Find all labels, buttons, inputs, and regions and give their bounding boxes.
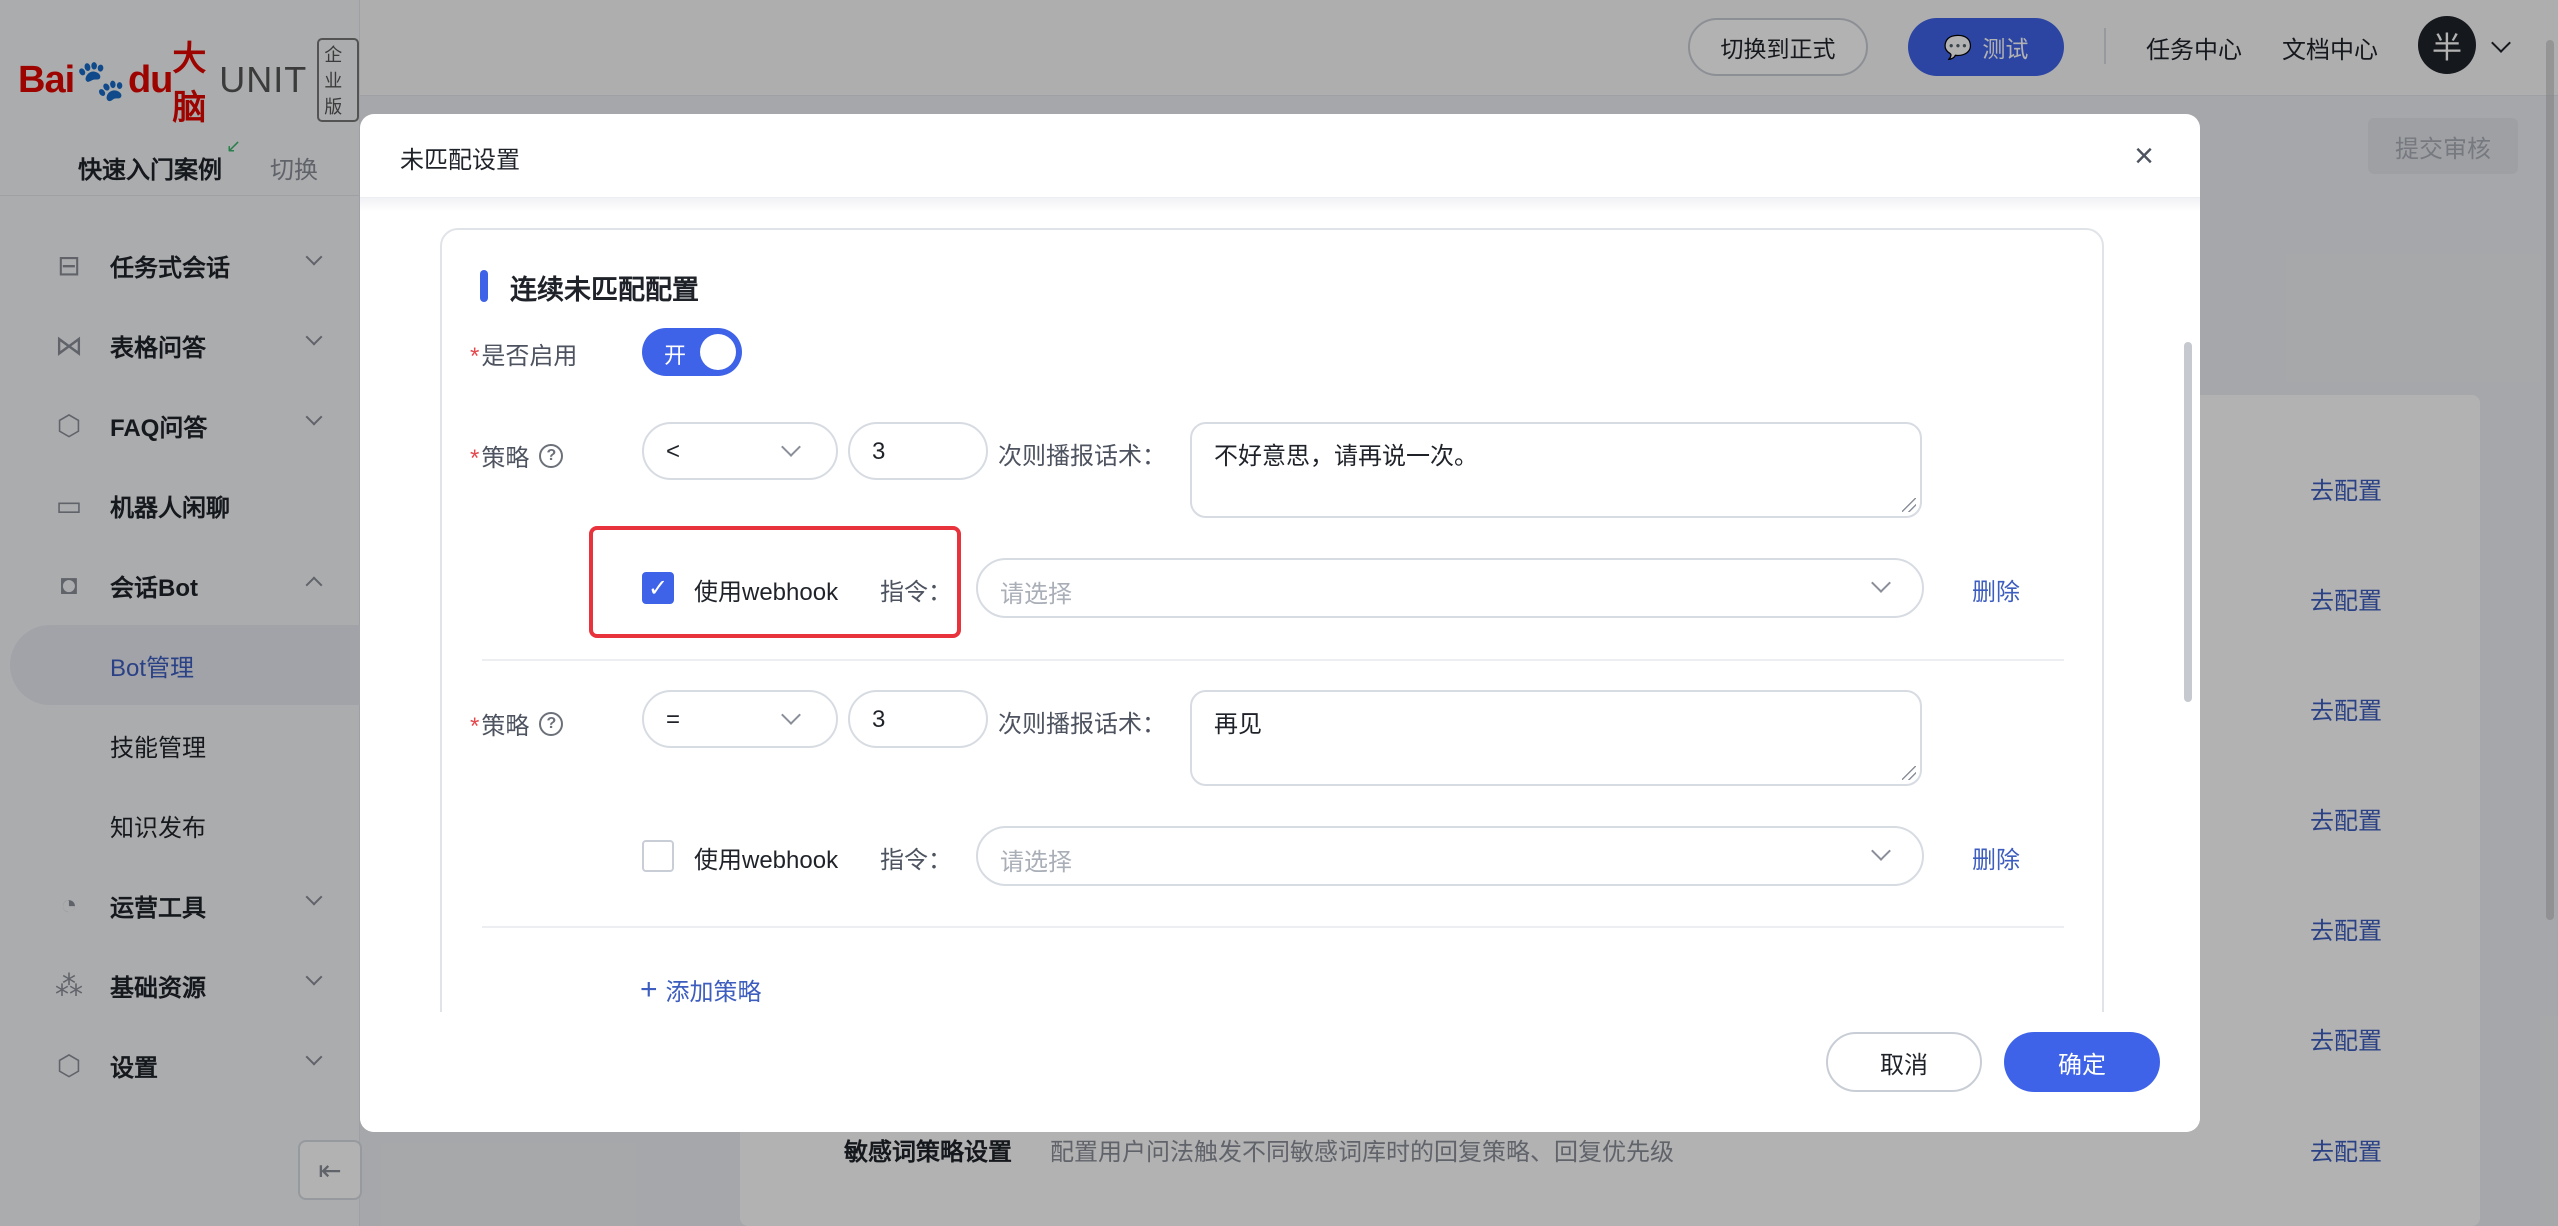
chevron-down-icon xyxy=(781,437,801,457)
enable-label: *是否启用 xyxy=(470,343,578,370)
command-placeholder: 请选择 xyxy=(1000,581,1072,608)
plus-icon: + xyxy=(640,972,658,1006)
help-icon[interactable]: ? xyxy=(539,443,564,468)
count-value: 3 xyxy=(872,706,886,733)
reply-textarea[interactable]: 再见 xyxy=(1190,690,1922,786)
count-value: 3 xyxy=(872,438,886,465)
strategy-label-text: 策略 xyxy=(481,445,530,472)
command-placeholder: 请选择 xyxy=(1000,849,1072,876)
chevron-down-icon xyxy=(1871,573,1891,593)
toggle-knob xyxy=(700,334,736,370)
strategy-divider xyxy=(482,659,2064,661)
reply-textarea[interactable]: 不好意思，请再说一次。 xyxy=(1190,422,1922,518)
enable-label-text: 是否启用 xyxy=(481,343,578,370)
strategy-divider xyxy=(482,926,2064,928)
reply-value: 再见 xyxy=(1214,711,1262,738)
section-marker xyxy=(480,270,488,302)
resize-handle-icon[interactable] xyxy=(1902,766,1916,780)
operator-value: < xyxy=(666,438,681,465)
command-select[interactable]: 请选择 xyxy=(976,826,1924,886)
count-input[interactable]: 3 xyxy=(848,690,988,748)
strategy-label: *策略 ? xyxy=(470,706,564,741)
delete-strategy-link[interactable]: 删除 xyxy=(1972,572,2020,607)
count-input[interactable]: 3 xyxy=(848,422,988,480)
operator-value: = xyxy=(666,706,681,733)
resize-handle-icon[interactable] xyxy=(1902,498,1916,512)
command-label: 指令： xyxy=(880,847,952,874)
add-strategy-link[interactable]: + 添加策略 xyxy=(640,972,762,1007)
delete-strategy-link[interactable]: 删除 xyxy=(1972,840,2020,875)
command-select[interactable]: 请选择 xyxy=(976,558,1924,618)
add-strategy-label: 添加策略 xyxy=(665,979,762,1006)
cancel-button[interactable]: 取消 xyxy=(1826,1032,1982,1092)
use-webhook-checkbox[interactable] xyxy=(642,840,674,872)
header-shadow xyxy=(360,198,2200,212)
dialog-title: 未匹配设置 xyxy=(400,147,520,174)
chevron-down-icon xyxy=(1871,841,1891,861)
reply-label: 次则播报话术： xyxy=(998,443,1166,470)
strategy-label-text: 策略 xyxy=(481,713,530,740)
dialog-header: 未匹配设置 × xyxy=(360,114,2200,198)
chevron-down-icon xyxy=(781,705,801,725)
confirm-button[interactable]: 确定 xyxy=(2004,1032,2160,1092)
highlight-annotation xyxy=(589,526,961,638)
close-icon[interactable]: × xyxy=(2124,136,2164,176)
enable-toggle[interactable]: 开 xyxy=(642,328,742,376)
use-webhook-label[interactable]: 使用webhook xyxy=(694,840,838,875)
strategy-label: *策略 ? xyxy=(470,438,564,473)
operator-select[interactable]: < xyxy=(642,422,838,480)
page-scrollbar[interactable] xyxy=(2546,40,2554,920)
operator-select[interactable]: = xyxy=(642,690,838,748)
help-icon[interactable]: ? xyxy=(539,711,564,736)
dialog-scrollbar[interactable] xyxy=(2184,342,2192,702)
toggle-text: 开 xyxy=(664,343,687,368)
reply-label: 次则播报话术： xyxy=(998,711,1166,738)
section-title: 连续未匹配配置 xyxy=(510,275,699,305)
reply-value: 不好意思，请再说一次。 xyxy=(1214,443,1478,470)
